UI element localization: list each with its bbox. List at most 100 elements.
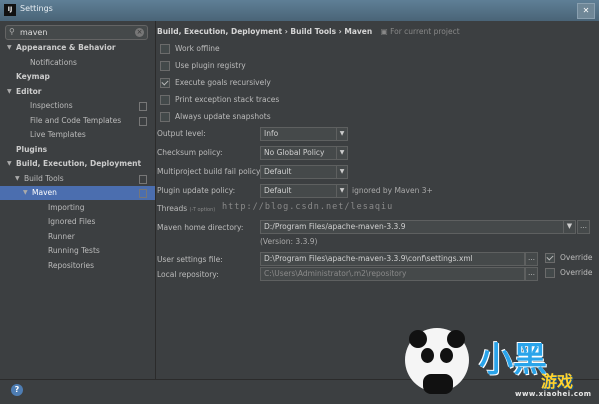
scope-note: ▣ For current project — [381, 27, 460, 36]
tree-item-label: Build Tools — [24, 173, 64, 183]
checksum-policy-label: Checksum policy: — [157, 148, 223, 157]
tree-item[interactable]: ▼ Maven — [0, 186, 155, 200]
checkbox-box[interactable] — [545, 268, 555, 278]
tree-item[interactable]: ▼ Editor — [0, 85, 155, 99]
clear-search-icon[interactable]: × — [135, 28, 144, 37]
brand-subtext: 游戏 — [541, 372, 574, 391]
tree-item-label: Runner — [48, 231, 75, 241]
expand-arrow-icon[interactable]: ▼ — [15, 172, 20, 186]
tree-item[interactable]: Plugins — [0, 143, 155, 157]
tree-item-label: Build, Execution, Deployment — [16, 159, 142, 168]
tree-item-label: File and Code Templates — [30, 115, 122, 125]
print-exception-checkbox[interactable]: Print exception stack traces — [160, 94, 279, 106]
expand-arrow-icon[interactable]: ▼ — [7, 157, 12, 171]
failure-policy-select[interactable]: Default ▼ — [260, 165, 348, 179]
close-button[interactable]: ✕ — [577, 3, 595, 19]
search-icon: ⚲ — [9, 27, 15, 36]
expand-arrow-icon[interactable]: ▼ — [7, 85, 12, 99]
tree-item[interactable]: Runner — [0, 230, 155, 244]
title-bar: IJ Settings ✕ — [0, 0, 599, 21]
ellipsis-icon: … — [528, 254, 535, 262]
checksum-policy-select[interactable]: No Global Policy ▼ — [260, 146, 348, 160]
project-scope-icon — [139, 189, 147, 198]
close-icon: ✕ — [582, 6, 590, 15]
tree-item[interactable]: Repositories — [0, 259, 155, 273]
local-repo-browse-button[interactable]: … — [525, 267, 538, 281]
user-settings-override-checkbox[interactable]: Override — [545, 252, 592, 264]
checkbox-box[interactable] — [160, 112, 170, 122]
checkbox-box[interactable] — [160, 61, 170, 71]
failure-policy-value: Default — [264, 167, 292, 176]
tree-item[interactable]: Importing — [0, 201, 155, 215]
tree-item[interactable]: Running Tests — [0, 244, 155, 258]
checksum-policy-value: No Global Policy — [264, 148, 325, 157]
checkbox-label: Work offline — [175, 44, 220, 53]
window-title: Settings — [20, 4, 53, 13]
search-input[interactable]: maven — [20, 28, 47, 37]
brand-url: www.xiaohei.com — [515, 390, 592, 398]
tree-item[interactable]: Notifications — [0, 56, 155, 70]
threads-hint: (-T option) — [189, 207, 216, 213]
maven-home-input[interactable]: D:/Program Files/apache-maven-3.3.9 — [260, 220, 566, 234]
plugin-update-select[interactable]: Default ▼ — [260, 184, 348, 198]
local-repo-input[interactable]: C:\Users\Administrator\.m2\repository — [260, 267, 525, 281]
maven-home-label: Maven home directory: — [157, 223, 244, 232]
maven-home-dropdown[interactable]: ▼ — [563, 220, 576, 234]
ellipsis-icon: … — [580, 222, 587, 230]
watermark-text: http://blog.csdn.net/lesaqiu — [222, 202, 394, 212]
intellij-logo-icon: IJ — [4, 4, 16, 16]
checkbox-box[interactable] — [160, 95, 170, 105]
help-button[interactable]: ? — [11, 384, 23, 396]
tree-item[interactable]: ▼ Build Tools — [0, 172, 155, 186]
tree-item-label: Keymap — [16, 72, 50, 81]
maven-home-browse-button[interactable]: … — [577, 220, 590, 234]
tree-item[interactable]: Ignored Files — [0, 215, 155, 229]
tree-item-label: Live Templates — [30, 130, 86, 139]
tree-item[interactable]: File and Code Templates — [0, 114, 155, 128]
tree-item-label: Appearance & Behavior — [16, 43, 116, 52]
threads-label-text: Threads — [157, 204, 188, 213]
scope-note-text: For current project — [390, 27, 460, 36]
plugin-registry-checkbox[interactable]: Use plugin registry — [160, 60, 246, 72]
checkbox-box[interactable] — [545, 253, 555, 263]
search-field[interactable]: ⚲ maven × — [5, 25, 148, 40]
execute-goals-checkbox[interactable]: Execute goals recursively — [160, 77, 271, 89]
user-settings-label: User settings file: — [157, 255, 223, 264]
output-level-select[interactable]: Info ▼ — [260, 127, 348, 141]
tree-item-label: Inspections — [30, 101, 73, 110]
tree-item-label: Running Tests — [48, 246, 100, 255]
help-icon: ? — [14, 385, 20, 394]
maven-version-text: (Version: 3.3.9) — [260, 237, 318, 246]
expand-arrow-icon[interactable]: ▼ — [7, 41, 12, 55]
checkbox-label: Always update snapshots — [175, 112, 271, 121]
settings-sidebar: ⚲ maven × ▼ Appearance & Behavior Notifica… — [0, 21, 156, 379]
maven-home-value: D:/Program Files/apache-maven-3.3.9 — [264, 222, 406, 231]
tree-item[interactable]: Live Templates — [0, 128, 155, 142]
chevron-down-icon: ▼ — [336, 166, 347, 178]
panda-logo-icon — [405, 328, 469, 394]
local-repo-value: C:\Users\Administrator\.m2\repository — [264, 269, 407, 278]
user-settings-browse-button[interactable]: … — [525, 252, 538, 266]
expand-arrow-icon[interactable]: ▼ — [23, 186, 28, 200]
local-repo-override-checkbox[interactable]: Override — [545, 267, 592, 279]
tree-item-label: Maven — [32, 188, 57, 197]
tree-item[interactable]: Inspections — [0, 99, 155, 113]
output-level-label: Output level: — [157, 129, 206, 138]
tree-item-label: Plugins — [16, 144, 48, 154]
breadcrumb: Build, Execution, Deployment › Build Too… — [157, 27, 460, 36]
checkbox-box[interactable] — [160, 78, 170, 88]
checkbox-box[interactable] — [160, 44, 170, 54]
local-repo-label: Local repository: — [157, 270, 219, 279]
scope-icon: ▣ — [380, 27, 391, 36]
chevron-down-icon: ▼ — [566, 222, 573, 230]
tree-item-label: Importing — [48, 202, 85, 212]
work-offline-checkbox[interactable]: Work offline — [160, 43, 220, 55]
checkbox-label: Override — [560, 268, 593, 277]
tree-item[interactable]: ▼ Build, Execution, Deployment — [0, 157, 155, 171]
plugin-update-note: ignored by Maven 3+ — [352, 186, 433, 195]
tree-item[interactable]: Keymap — [0, 70, 155, 84]
site-watermark-logo: 小黑 游戏 www.xiaohei.com — [399, 310, 599, 403]
update-snapshots-checkbox[interactable]: Always update snapshots — [160, 111, 271, 123]
user-settings-input[interactable]: D:\Program Files\apache-maven-3.3.9\conf… — [260, 252, 525, 266]
tree-item[interactable]: ▼ Appearance & Behavior — [0, 41, 155, 55]
